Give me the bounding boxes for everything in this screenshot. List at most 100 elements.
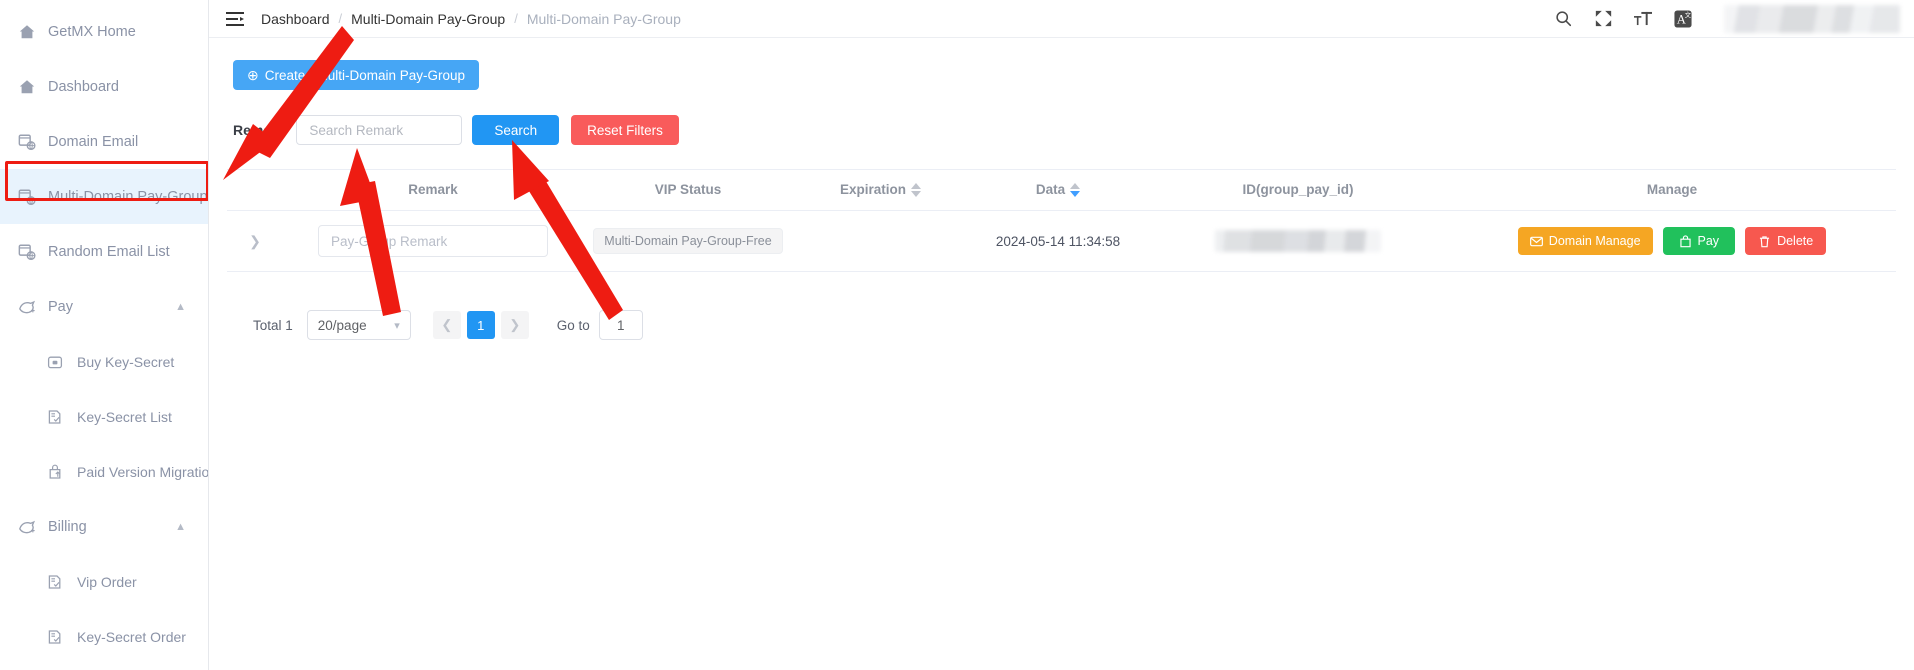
sidebar-item-label: GetMX Home bbox=[48, 23, 136, 40]
home-icon bbox=[17, 22, 37, 42]
goto-page-input[interactable] bbox=[598, 310, 643, 341]
search-button[interactable]: Search bbox=[472, 115, 560, 145]
font-size-icon[interactable] bbox=[1632, 8, 1654, 30]
search-remark-input[interactable] bbox=[296, 115, 463, 145]
pagination-page-1[interactable]: 1 bbox=[466, 311, 495, 340]
chevron-up-icon[interactable]: ▲ bbox=[175, 521, 186, 533]
plus-circle-icon: ⊕ bbox=[247, 66, 259, 83]
filter-bar: Remark Search Reset Filters bbox=[233, 115, 1896, 145]
column-header-expiration[interactable]: Expiration bbox=[793, 168, 968, 212]
sidebar-item-buy-key-secret[interactable]: Buy Key-Secret bbox=[0, 334, 208, 389]
reset-filters-label: Reset Filters bbox=[587, 122, 663, 138]
sidebar-item-domain-email[interactable]: Domain Email bbox=[0, 114, 208, 169]
pagination-controls: ❮ 1 ❯ bbox=[432, 311, 535, 340]
app-root: GetMX Home Dashboard Domain Email Multi-D… bbox=[0, 0, 1914, 670]
sidebar-item-referral-program[interactable]: Referral Program▲ bbox=[0, 664, 208, 670]
reset-filters-button[interactable]: Reset Filters bbox=[571, 115, 679, 145]
cell-vip-status: Multi-Domain Pay-Group-Free bbox=[583, 210, 793, 273]
sidebar-item-key-secret-order[interactable]: Key-Secret Order bbox=[0, 609, 208, 664]
sidebar-item-pay[interactable]: Pay ▲ bbox=[0, 279, 208, 334]
row-action-delete-button[interactable]: Delete bbox=[1745, 227, 1827, 256]
column-header-label: Data bbox=[1035, 182, 1066, 197]
breadcrumb-separator: / bbox=[338, 11, 343, 26]
cell-id bbox=[1148, 210, 1448, 273]
bag-icon bbox=[1679, 235, 1692, 248]
vip-status-tag: Multi-Domain Pay-Group-Free bbox=[593, 228, 783, 255]
sidebar-item-dashboard[interactable]: Dashboard bbox=[0, 59, 208, 114]
topbar-actions: A 文 bbox=[1552, 4, 1900, 33]
data-value: 2024-05-14 11:34:58 bbox=[995, 233, 1121, 249]
chevron-up-icon[interactable]: ▲ bbox=[175, 301, 186, 313]
sidebar-item-label: Domain Email bbox=[48, 133, 139, 150]
pay-icon bbox=[17, 517, 37, 537]
sidebar-item-key-secret-list[interactable]: Key-Secret List bbox=[0, 389, 208, 444]
row-remark-input[interactable] bbox=[318, 225, 548, 258]
pagination-next-button[interactable]: ❯ bbox=[500, 311, 529, 340]
sidebar-item-vip-order[interactable]: Vip Order bbox=[0, 554, 208, 609]
sidebar-item-label: Random Email List bbox=[48, 243, 170, 260]
row-action-pay-button[interactable]: Pay bbox=[1662, 227, 1736, 256]
sort-toggle-expiration[interactable] bbox=[911, 183, 921, 198]
column-header-vip_status: VIP Status bbox=[583, 168, 793, 212]
column-header-remark: Remark bbox=[283, 168, 583, 212]
translate-icon[interactable]: A 文 bbox=[1672, 8, 1694, 30]
sidebar: GetMX Home Dashboard Domain Email Multi-D… bbox=[0, 0, 209, 670]
fullscreen-icon[interactable] bbox=[1592, 8, 1614, 30]
upload-bag-icon bbox=[45, 462, 65, 482]
hamburger-collapse-icon[interactable] bbox=[225, 10, 245, 28]
cell-remark bbox=[283, 210, 583, 273]
row-action-domain-manage-button[interactable]: Domain Manage bbox=[1517, 227, 1653, 256]
sidebar-item-billing[interactable]: Billing ▲ bbox=[0, 499, 208, 554]
search-icon[interactable] bbox=[1552, 8, 1574, 30]
column-header-manage: Manage bbox=[1448, 168, 1896, 212]
sidebar-item-multi-domain-pay-group[interactable]: Multi-Domain Pay-Group bbox=[0, 169, 208, 224]
domain-mail-icon bbox=[17, 132, 37, 152]
column-header-label: Expiration bbox=[839, 182, 906, 197]
page-size-select[interactable]: 20/page ▾ bbox=[306, 310, 411, 341]
pagination-goto: Go to bbox=[556, 310, 643, 341]
wallet-icon bbox=[45, 352, 65, 372]
domain-mail-icon bbox=[17, 242, 37, 262]
doc-check-icon bbox=[45, 627, 65, 647]
topbar: Dashboard / Multi-Domain Pay-Group / Multi-D… bbox=[209, 0, 1914, 38]
svg-text:文: 文 bbox=[1685, 10, 1692, 19]
column-header-id: ID(group_pay_id) bbox=[1148, 168, 1448, 212]
user-profile-redacted[interactable] bbox=[1724, 4, 1900, 33]
breadcrumb-item-2: Multi-Domain Pay-Group bbox=[526, 10, 681, 27]
row-action-label: Delete bbox=[1777, 234, 1814, 249]
column-header-data[interactable]: Data bbox=[968, 168, 1148, 212]
sidebar-item-random-email-list[interactable]: Random Email List bbox=[0, 224, 208, 279]
cell-expand: ❯ bbox=[227, 210, 283, 273]
table-body: ❯ Multi-Domain Pay-Group-Free 2024-05-14… bbox=[227, 210, 1896, 273]
sidebar-item-label: Vip Order bbox=[77, 573, 137, 590]
breadcrumb-item-1[interactable]: Multi-Domain Pay-Group bbox=[351, 11, 505, 27]
sidebar-item-label: Pay bbox=[48, 298, 73, 315]
chevron-right-icon[interactable]: ❯ bbox=[247, 233, 263, 250]
column-header-label: ID(group_pay_id) bbox=[1242, 182, 1354, 198]
doc-check-icon bbox=[45, 407, 65, 427]
main-area: Dashboard / Multi-Domain Pay-Group / Multi-D… bbox=[209, 0, 1914, 670]
column-header-label: Remark bbox=[408, 182, 458, 198]
column-header-label: Manage bbox=[1646, 182, 1698, 198]
sidebar-item-paid-version-migration[interactable]: Paid Version Migration bbox=[0, 444, 208, 499]
sort-toggle-data[interactable] bbox=[1070, 183, 1081, 198]
chevron-down-icon: ▾ bbox=[394, 319, 400, 332]
envelope-icon bbox=[1529, 235, 1543, 248]
group-pay-id-redacted bbox=[1215, 230, 1381, 253]
breadcrumb-separator: / bbox=[514, 11, 518, 26]
table-row: ❯ Multi-Domain Pay-Group-Free 2024-05-14… bbox=[227, 210, 1896, 273]
cell-manage: Domain Manage Pay Delete bbox=[1448, 210, 1896, 273]
pagination-prev-button[interactable]: ❮ bbox=[432, 311, 461, 340]
pagination: Total 1 20/page ▾ ❮ 1 ❯ Go to bbox=[253, 310, 1896, 341]
sidebar-item-label: Dashboard bbox=[48, 78, 119, 95]
create-pay-group-button[interactable]: ⊕ Created Multi-Domain Pay-Group bbox=[233, 60, 480, 90]
sidebar-item-getmx-home[interactable]: GetMX Home bbox=[0, 4, 208, 59]
breadcrumb-item-0[interactable]: Dashboard bbox=[261, 11, 330, 27]
goto-label: Go to bbox=[556, 317, 590, 333]
create-pay-group-label: Created Multi-Domain Pay-Group bbox=[264, 67, 466, 83]
sidebar-item-label: Paid Version Migration bbox=[77, 463, 209, 480]
column-header-label: VIP Status bbox=[654, 182, 722, 198]
row-action-label: Pay bbox=[1697, 234, 1720, 249]
sidebar-item-label: Billing bbox=[48, 518, 87, 535]
search-button-label: Search bbox=[494, 122, 538, 138]
